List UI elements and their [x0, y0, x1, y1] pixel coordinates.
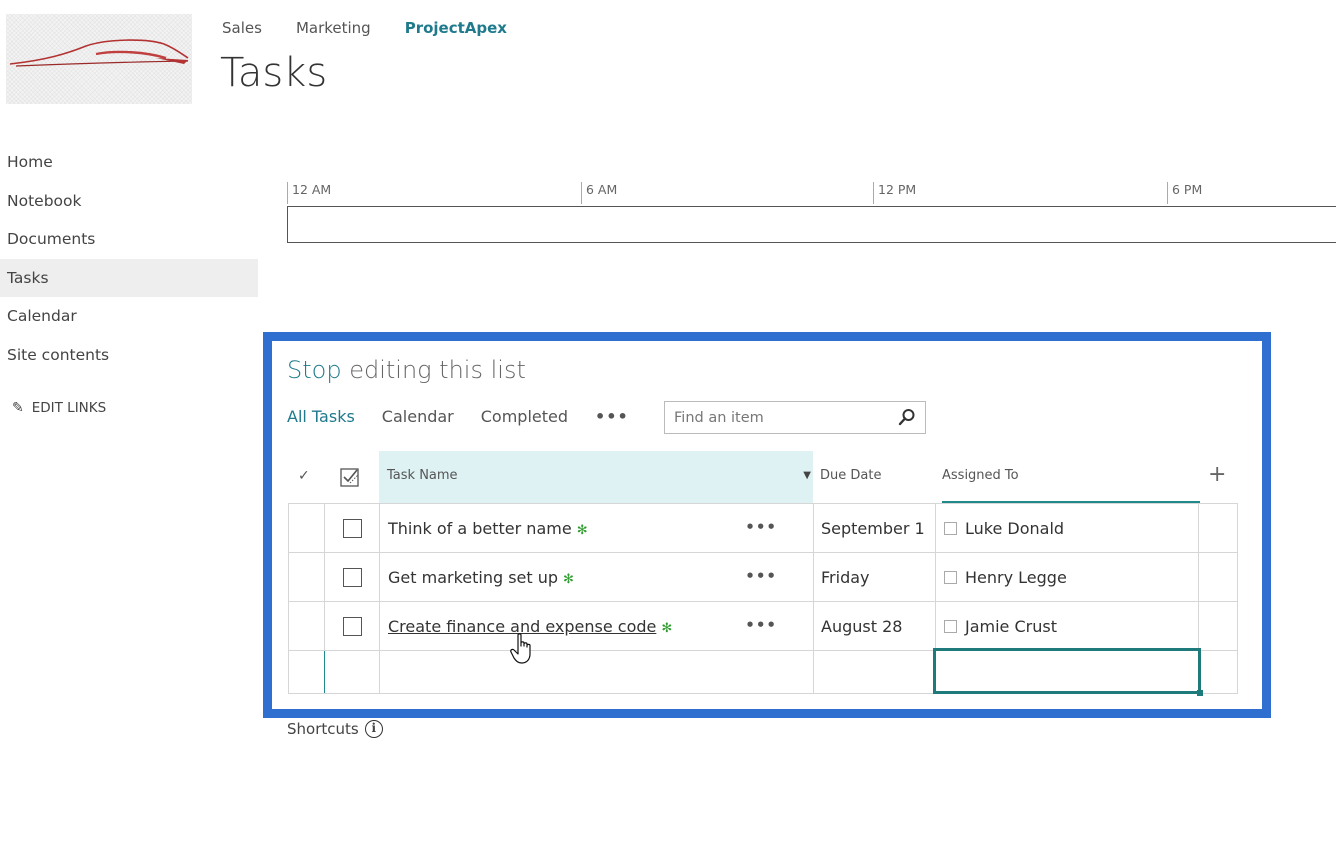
sort-dropdown-icon[interactable]: ▼ [803, 451, 811, 501]
edit-links-button[interactable]: ✎ EDIT LINKS [12, 400, 106, 416]
new-item-icon: ✻ [661, 620, 673, 636]
assignee-name[interactable]: Jamie Crust [965, 617, 1057, 636]
presence-icon [944, 570, 957, 584]
new-task-name-cell[interactable] [379, 650, 814, 694]
task-name-cell[interactable]: Think of a better name ✻ ••• [379, 503, 814, 553]
search-input[interactable] [665, 402, 885, 433]
presence-icon [944, 521, 957, 535]
timeline-label-12am: 12 AM [287, 182, 331, 204]
new-item-icon: ✻ [576, 522, 588, 538]
timeline-label-6am: 6 AM [581, 182, 617, 204]
timeline: 12 AM 6 AM 12 PM 6 PM [287, 182, 1336, 244]
search-box [664, 401, 926, 434]
shortcuts: Shortcuts i [287, 720, 383, 738]
view-tab-completed[interactable]: Completed [481, 407, 568, 426]
table-row: Get marketing set up ✻ ••• Friday Henry L… [288, 552, 1238, 602]
left-nav: Home Notebook Documents Tasks Calendar S… [0, 143, 258, 374]
shortcuts-label: Shortcuts [287, 720, 359, 738]
timeline-label-12pm: 12 PM [873, 182, 916, 204]
page-title: Tasks [220, 50, 328, 96]
empty-cell [1198, 503, 1238, 553]
empty-cell [1198, 552, 1238, 602]
timeline-bar[interactable] [287, 206, 1336, 243]
more-views-button[interactable]: ••• [595, 407, 629, 426]
empty-cell [1198, 650, 1238, 694]
pencil-icon: ✎ [12, 400, 24, 416]
left-nav-item-notebook[interactable]: Notebook [0, 182, 258, 221]
row-select-cell[interactable] [288, 552, 325, 602]
task-name[interactable]: Get marketing set up [388, 568, 558, 587]
row-select-cell[interactable] [288, 601, 325, 651]
left-nav-item-tasks[interactable]: Tasks [0, 258, 258, 297]
task-name-cell[interactable]: Create finance and expense code ✻ ••• [379, 601, 814, 651]
column-header-task-name-label: Task Name [387, 468, 458, 483]
item-menu-button[interactable]: ••• [745, 567, 777, 585]
task-name-cell[interactable]: Get marketing set up ✻ ••• [379, 552, 814, 602]
table-row: Think of a better name ✻ ••• September 1 … [288, 503, 1238, 553]
row-checkbox-cell [324, 601, 380, 651]
row-checkbox-cell [324, 503, 380, 553]
column-header-task-name[interactable]: Task Name ▼ [379, 451, 813, 503]
timeline-label-6pm: 6 PM [1167, 182, 1202, 204]
assigned-to-cell[interactable]: Jamie Crust [935, 601, 1199, 651]
due-date-cell[interactable]: Friday [813, 552, 936, 602]
complete-checkbox[interactable] [342, 519, 362, 538]
view-tab-all-tasks[interactable]: All Tasks [287, 407, 355, 426]
car-logo-icon [9, 39, 189, 67]
stop-editing-rest: editing this list [341, 356, 526, 384]
top-nav: Sales Marketing ProjectApex [222, 19, 541, 37]
item-menu-button[interactable]: ••• [745, 616, 777, 634]
info-icon[interactable]: i [364, 720, 383, 738]
new-item-icon: ✻ [563, 571, 574, 587]
column-header-due-date[interactable]: Due Date [820, 451, 881, 503]
grid-header: ✓ Task Name ▼ Due Date Assigned To + [288, 451, 1237, 503]
complete-checkbox[interactable] [342, 617, 362, 636]
active-cell-selection[interactable] [933, 648, 1203, 696]
left-nav-item-home[interactable]: Home [0, 143, 258, 182]
add-column-button[interactable]: + [1208, 451, 1226, 503]
assignee-name[interactable]: Luke Donald [965, 519, 1064, 538]
row-checkbox-cell[interactable] [324, 650, 380, 694]
task-name[interactable]: Think of a better name [388, 519, 572, 538]
table-row: Create finance and expense code ✻ ••• Aug… [288, 601, 1238, 651]
presence-icon [944, 619, 957, 633]
select-all-checkbox[interactable] [339, 466, 361, 488]
hand-cursor-icon [510, 633, 531, 664]
column-header-assigned-to[interactable]: Assigned To [942, 451, 1200, 503]
fill-handle[interactable] [1197, 690, 1203, 696]
due-date-cell[interactable]: September 1 [813, 503, 936, 553]
assignee-name[interactable]: Henry Legge [965, 568, 1067, 587]
edit-links-label: EDIT LINKS [31, 400, 107, 416]
site-logo[interactable] [6, 14, 192, 104]
row-select-cell[interactable] [288, 650, 325, 694]
assigned-to-cell[interactable]: Luke Donald [935, 503, 1199, 553]
left-nav-item-documents[interactable]: Documents [0, 220, 258, 259]
search-icon[interactable] [898, 408, 916, 426]
top-nav-projectapex[interactable]: ProjectApex [405, 19, 507, 37]
top-nav-sales[interactable]: Sales [222, 19, 262, 37]
checkmark-icon: ✓ [298, 468, 310, 484]
assigned-to-cell[interactable]: Henry Legge [935, 552, 1199, 602]
row-select-cell[interactable] [288, 503, 325, 553]
stop-editing-link[interactable]: Stop [287, 356, 342, 384]
new-due-date-cell[interactable] [813, 650, 936, 694]
complete-checkbox[interactable] [342, 568, 362, 587]
empty-cell [1198, 601, 1238, 651]
item-menu-button[interactable]: ••• [745, 518, 777, 536]
due-date-cell[interactable]: August 28 [813, 601, 936, 651]
stop-editing-heading: Stop editing this list [287, 356, 526, 384]
left-nav-item-calendar[interactable]: Calendar [0, 297, 258, 336]
top-nav-marketing[interactable]: Marketing [296, 19, 371, 37]
row-checkbox-cell [324, 552, 380, 602]
view-tabs: All Tasks Calendar Completed ••• [287, 407, 629, 426]
view-tab-calendar[interactable]: Calendar [382, 407, 454, 426]
left-nav-item-site-contents[interactable]: Site contents [0, 336, 258, 375]
